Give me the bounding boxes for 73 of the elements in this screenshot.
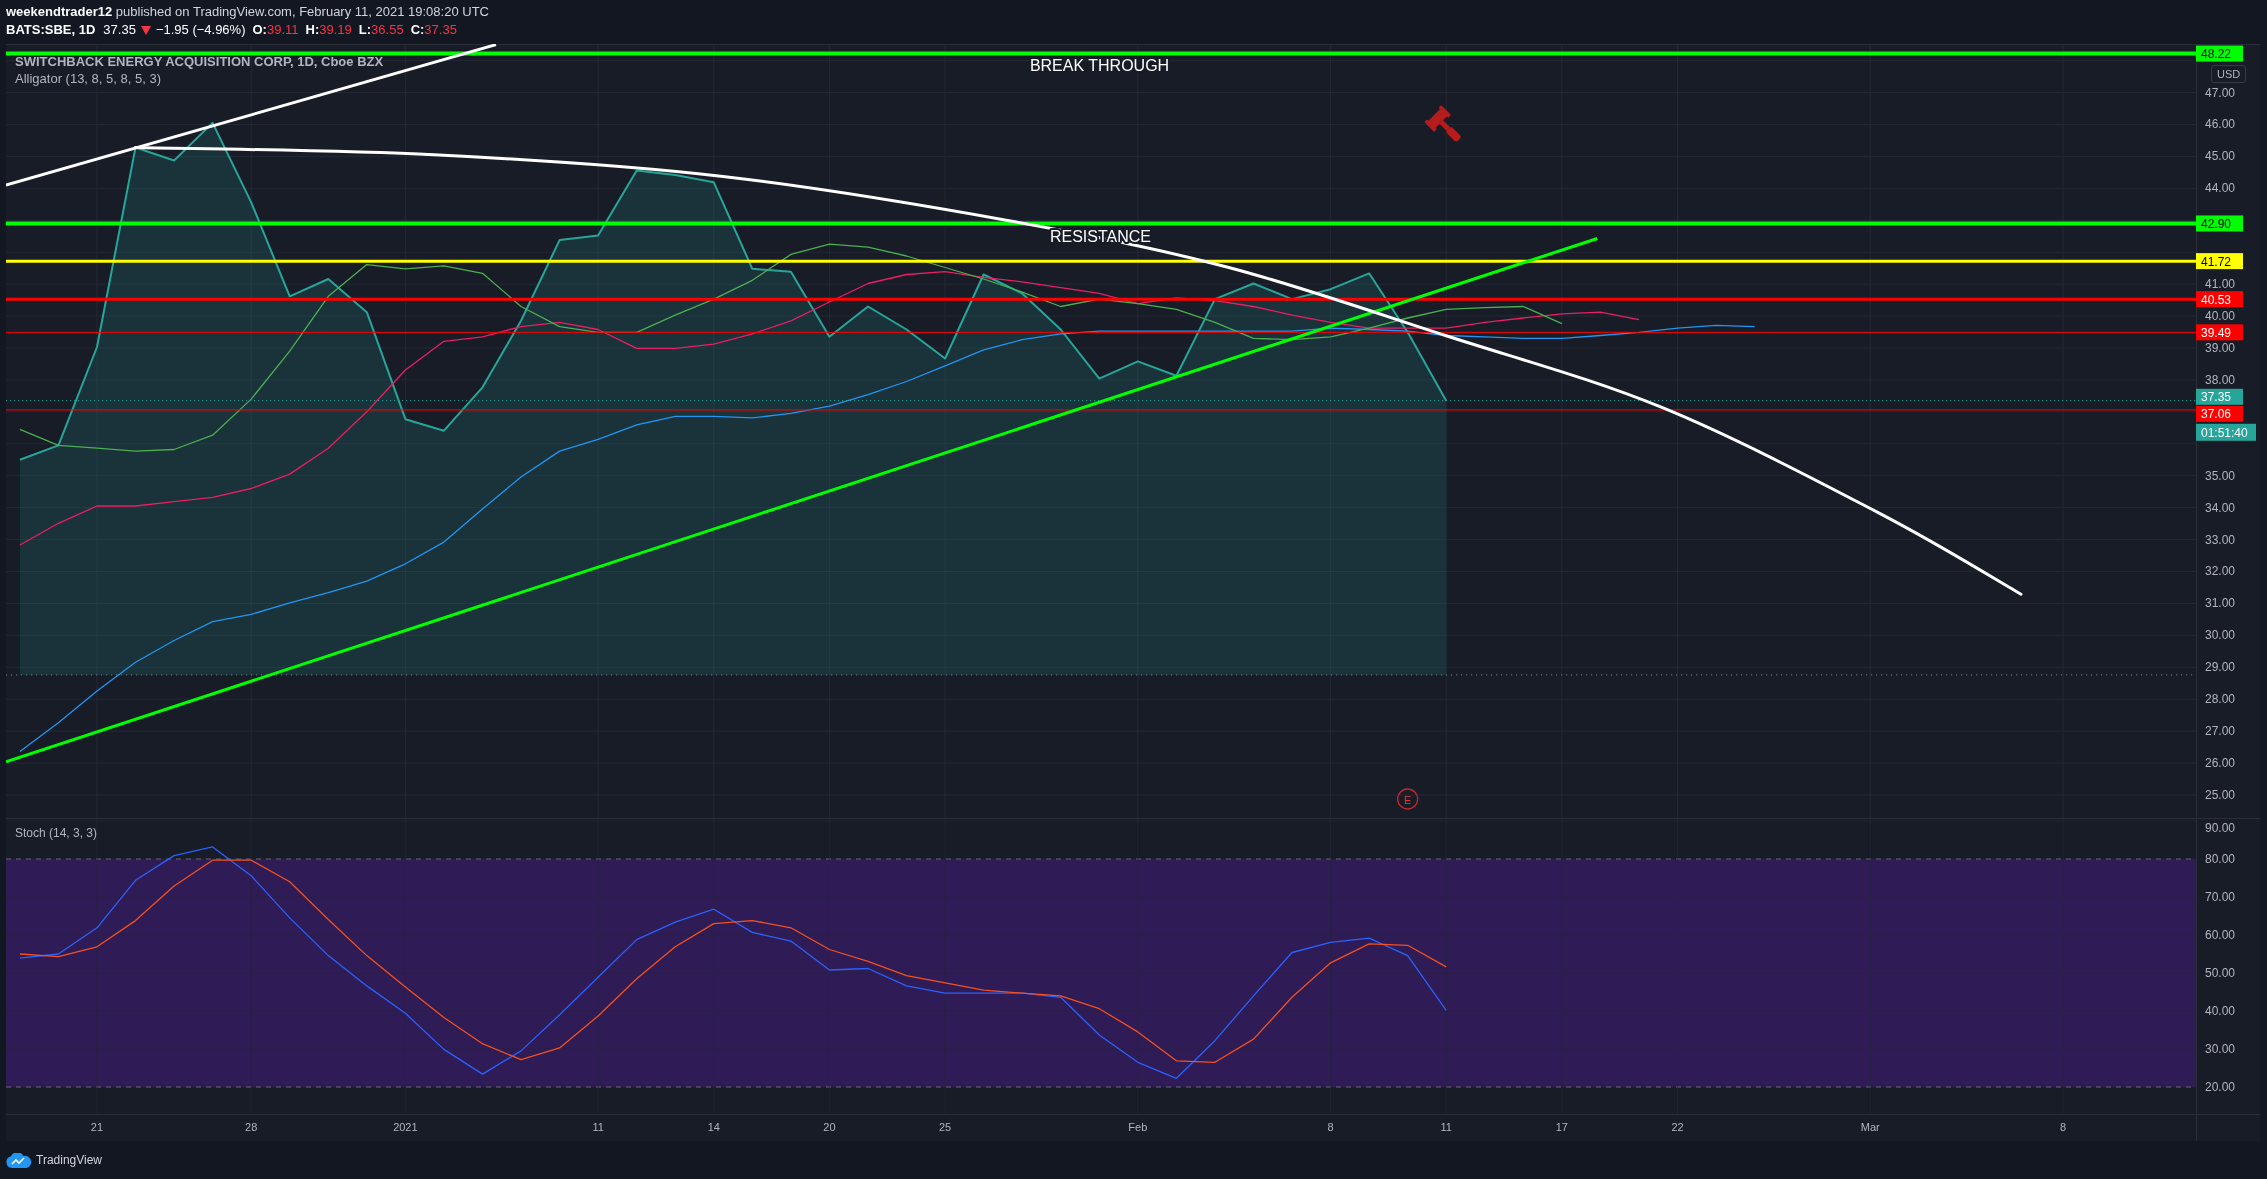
ref-line-label: 37.35 — [2201, 390, 2232, 405]
axis-label: 47.00 — [2205, 85, 2236, 100]
indicator-legend: Alligator (13, 8, 5, 8, 5, 3) — [15, 70, 384, 87]
axis-label: 14 — [707, 1121, 720, 1133]
axis-label: 30.00 — [2205, 628, 2236, 643]
axis-label: 21 — [90, 1121, 104, 1133]
axis-label: 26.00 — [2205, 756, 2236, 771]
axis-label: Feb — [1128, 1121, 1148, 1133]
axis-label: 44.00 — [2205, 181, 2236, 196]
axis-label: 22 — [1671, 1121, 1684, 1133]
axis-label: 29.00 — [2205, 660, 2236, 675]
price-change: −1.95 (−4.96%) — [155, 21, 246, 39]
axis-label: 40.00 — [2205, 309, 2236, 324]
axis-label: 34.00 — [2205, 500, 2236, 515]
axis-label: 11 — [1440, 1121, 1452, 1133]
price-tag: 48.22 — [2196, 45, 2243, 62]
price-tag: 37.06 — [2196, 405, 2243, 422]
price-tag: 41.72 — [2196, 253, 2243, 270]
price-tag: 40.53 — [2196, 291, 2243, 308]
axis-label: 50.00 — [2205, 966, 2236, 981]
symbol-legend: SWITCHBACK ENERGY ACQUISITION CORP, 1D, Cboe BZX — [15, 53, 384, 70]
ref-line-label: 48.22 — [2201, 47, 2232, 62]
axis-label: 31.00 — [2205, 596, 2236, 611]
ohlc-value: C:37.35 — [410, 21, 457, 39]
ref-line-label: 41.72 — [2201, 254, 2232, 269]
axis-label: 45.00 — [2205, 149, 2236, 164]
axis-label: 41.00 — [2205, 277, 2236, 292]
price-tag: 42.90 — [2196, 215, 2243, 232]
countdown-tag: 01:51:40 — [2196, 423, 2256, 441]
ohlc-value: L:36.55 — [358, 21, 404, 39]
axis-label: 35.00 — [2205, 468, 2236, 483]
axis-label: 70.00 — [2205, 890, 2236, 905]
axis-label: 30.00 — [2205, 1042, 2236, 1056]
axis-label: 60.00 — [2205, 928, 2236, 943]
ref-line-label: 40.53 — [2201, 292, 2232, 307]
axis-label: 8 — [1327, 1121, 1334, 1133]
currency-button[interactable]: USD — [2211, 65, 2247, 83]
axis-label: 28 — [245, 1121, 258, 1133]
event-marker: E — [1397, 788, 1419, 810]
gavel-icon — [1424, 105, 1462, 143]
axis-label: 17 — [1555, 1121, 1568, 1133]
ref-line-label: 42.90 — [2201, 216, 2232, 231]
axis-label: 20 — [823, 1121, 836, 1133]
axis-label: 90.00 — [2205, 821, 2236, 835]
axis-label: 80.00 — [2205, 852, 2236, 867]
axis-label: 39.00 — [2205, 341, 2236, 355]
axis-label: 38.00 — [2205, 372, 2236, 387]
price-tag: 39.49 — [2196, 324, 2243, 341]
price-tag: 37.35 — [2196, 388, 2243, 405]
axis-label: 32.00 — [2205, 564, 2236, 579]
ohlc-value: O:39.11 — [252, 21, 299, 39]
axis-label: 8 — [2059, 1121, 2067, 1133]
ohlc-value: H:39.19 — [305, 21, 352, 39]
publish-info: weekendtrader12 published on TradingView.com, February 11, 2021 19:08:20 UTC — [6, 3, 490, 21]
axis-label: 20.00 — [2205, 1080, 2236, 1094]
cloud-logo-icon — [6, 1152, 32, 1168]
indicator-legend: Stoch (14, 3, 3) — [15, 825, 98, 841]
axis-label: 11 — [592, 1121, 604, 1133]
axis-label: 28.00 — [2205, 692, 2236, 707]
axis-label: Mar — [1860, 1121, 1880, 1133]
axis-label: 25 — [938, 1121, 952, 1133]
axis-label: 40.00 — [2205, 1004, 2236, 1019]
ref-line-label: 39.49 — [2201, 325, 2232, 340]
axis-label: 2021 — [393, 1121, 418, 1133]
ref-line-label: 37.06 — [2201, 407, 2232, 422]
last-price: 37.35 — [103, 21, 136, 39]
brand-link[interactable]: TradingView — [6, 1151, 103, 1169]
axis-label: 25.00 — [2205, 788, 2236, 802]
axis-label: 27.00 — [2205, 724, 2236, 739]
symbol-label: BATS:SBE, 1D — [6, 21, 96, 39]
axis-label: 33.00 — [2205, 532, 2236, 547]
annotation-text: BREAK THROUGH — [1029, 56, 1170, 74]
axis-label: 46.00 — [2205, 117, 2236, 132]
